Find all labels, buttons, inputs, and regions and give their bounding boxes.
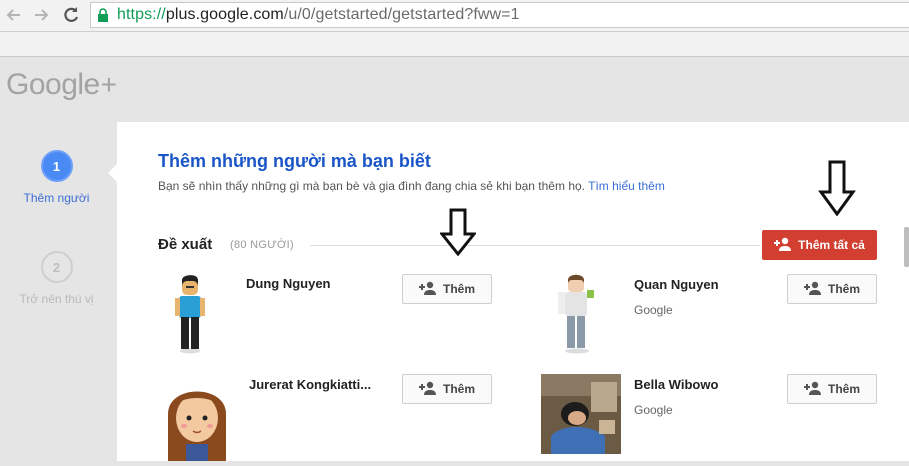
add-person-button[interactable]: Thêm — [402, 374, 492, 404]
url-text: https://plus.google.com/u/0/getstarted/g… — [117, 6, 520, 23]
card-pointer — [108, 163, 118, 183]
bookmarks-bar — [0, 32, 909, 57]
learn-more-link[interactable]: Tìm hiểu thêm — [588, 179, 665, 193]
add-person-button[interactable]: Thêm — [402, 274, 492, 304]
down-arrow-annotation-icon — [818, 160, 856, 221]
page-subtitle: Bạn sẽ nhìn thấy những gì mà bạn bè và g… — [158, 179, 665, 193]
add-person-button[interactable]: Thêm — [787, 374, 877, 404]
page-title: Thêm những người mà bạn biết — [158, 151, 431, 171]
avatar — [553, 272, 599, 359]
section-title: Đề xuất — [158, 236, 213, 253]
person-name[interactable]: Dung Nguyen — [246, 276, 331, 291]
scrollbar[interactable] — [904, 227, 909, 267]
add-person-icon — [803, 381, 822, 398]
address-bar[interactable]: https://plus.google.com/u/0/getstarted/g… — [90, 2, 909, 28]
add-person-button[interactable]: Thêm — [787, 274, 877, 304]
section-count: (80 NGƯỜI) — [230, 239, 294, 251]
person-affiliation: Google — [634, 403, 673, 417]
add-person-icon — [418, 281, 437, 298]
browser-toolbar: https://plus.google.com/u/0/getstarted/g… — [0, 0, 909, 32]
add-person-icon — [803, 281, 822, 298]
step-label: Trở nên thú vị — [19, 292, 94, 306]
person-name[interactable]: Jurerat Kongkiatti... — [249, 377, 371, 392]
back-arrow-icon[interactable] — [4, 5, 24, 25]
step-add-people[interactable]: 1 Thêm người — [0, 150, 113, 205]
avatar — [541, 374, 621, 459]
step-be-interesting[interactable]: 2 Trở nên thú vị — [0, 251, 113, 306]
step-number: 1 — [40, 150, 73, 182]
step-number: 2 — [40, 251, 73, 283]
add-person-icon — [774, 237, 792, 254]
google-plus-logo[interactable]: Google+ — [6, 68, 117, 102]
person-affiliation: Google — [634, 303, 673, 317]
add-person-icon — [418, 381, 437, 398]
person-name[interactable]: Bella Wibowo — [634, 377, 718, 392]
avatar — [170, 272, 210, 359]
forward-arrow-icon[interactable] — [31, 5, 51, 25]
down-arrow-annotation-icon — [438, 208, 478, 261]
divider — [310, 245, 760, 246]
avatar — [164, 374, 230, 466]
person-name[interactable]: Quan Nguyen — [634, 277, 719, 292]
lock-icon — [97, 8, 109, 27]
step-label: Thêm người — [23, 191, 90, 205]
reload-icon[interactable] — [61, 5, 81, 25]
add-all-button[interactable]: Thêm tất cả — [762, 230, 877, 260]
